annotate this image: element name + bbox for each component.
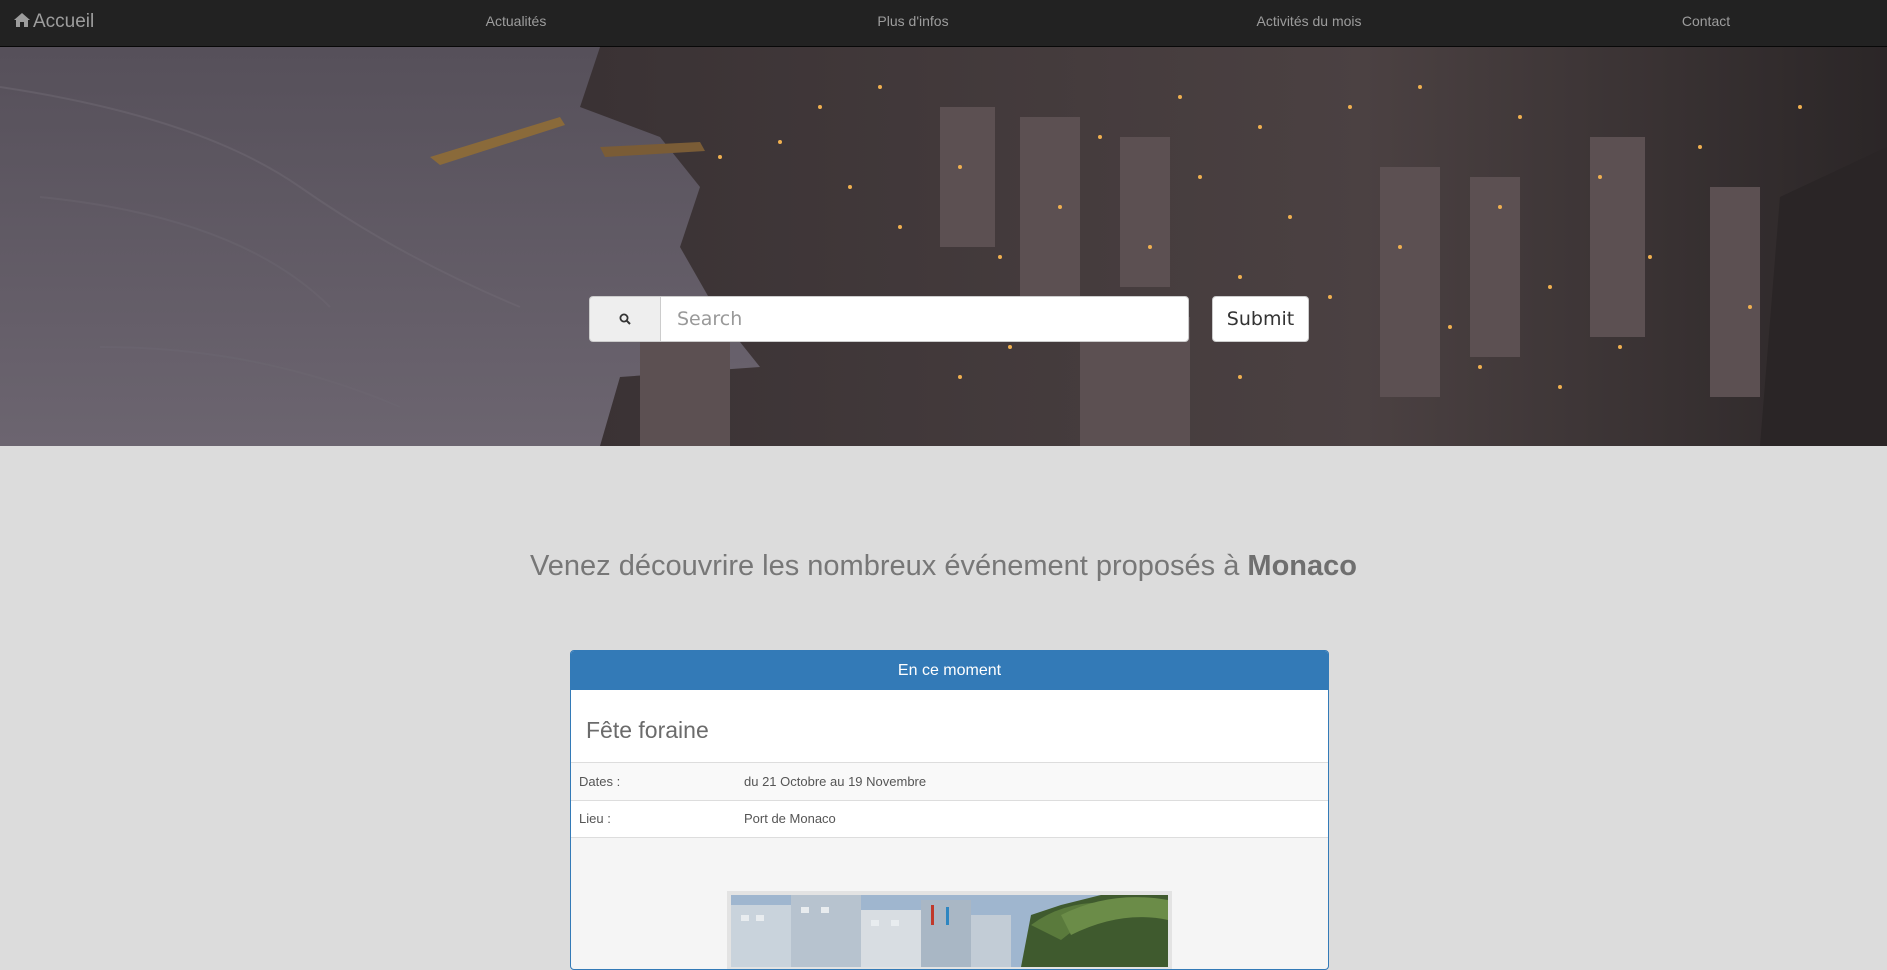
home-link[interactable]: Accueil — [14, 0, 94, 47]
table-row: Dates : du 21 Octobre au 19 Novembre — [571, 763, 1328, 801]
intro-text: Venez découvrire les nombreux événement … — [530, 550, 1248, 582]
submit-button[interactable]: Submit — [1212, 296, 1309, 342]
intro-heading: Venez découvrire les nombreux événement … — [0, 550, 1887, 583]
top-navbar: Accueil Actualités Plus d'infos Activité… — [0, 0, 1887, 47]
search-icon — [589, 296, 660, 342]
city-night-background — [0, 47, 1887, 446]
event-title: Fête foraine — [586, 716, 709, 743]
home-link-label: Accueil — [33, 11, 95, 32]
home-icon — [14, 12, 30, 27]
nav-contact[interactable]: Contact — [1682, 0, 1730, 47]
nav-actualites[interactable]: Actualités — [486, 0, 547, 47]
search-bar — [589, 296, 1189, 342]
dates-value: du 21 Octobre au 19 Novembre — [736, 763, 1328, 801]
event-info-table: Dates : du 21 Octobre au 19 Novembre Lie… — [571, 763, 1328, 838]
event-photo — [727, 891, 1172, 969]
table-row: Lieu : Port de Monaco — [571, 800, 1328, 838]
nav-activites-du-mois[interactable]: Activités du mois — [1256, 0, 1361, 47]
search-input[interactable] — [660, 296, 1189, 342]
hero-banner: Submit — [0, 47, 1887, 446]
event-panel: En ce moment Fête foraine Dates : du 21 … — [570, 650, 1329, 970]
intro-highlight: Monaco — [1247, 550, 1357, 582]
event-title-box: Fête foraine — [571, 690, 1328, 763]
nav-plus-infos[interactable]: Plus d'infos — [877, 0, 948, 47]
dates-label: Dates : — [571, 763, 736, 801]
lieu-label: Lieu : — [571, 800, 736, 838]
lieu-value: Port de Monaco — [736, 800, 1328, 838]
event-panel-heading: En ce moment — [571, 651, 1328, 690]
